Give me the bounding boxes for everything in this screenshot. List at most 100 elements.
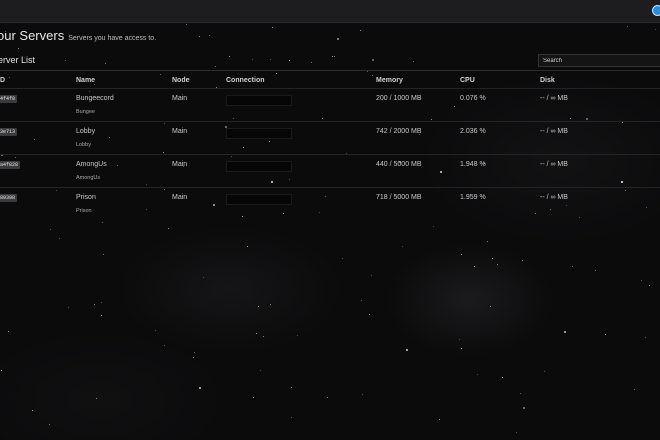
star — [260, 370, 261, 371]
server-cpu: 1.959 % — [460, 194, 486, 201]
server-table: D Name Node Connection Memory CPU Disk d… — [0, 72, 660, 221]
star — [490, 306, 491, 307]
star — [641, 280, 642, 281]
server-list-title: erver List — [0, 55, 36, 65]
page-title: our Servers — [0, 28, 65, 43]
star — [199, 36, 200, 37]
server-description: AmongUs — [76, 175, 101, 181]
server-id-badge[interactable]: 8c3e713 — [0, 128, 18, 136]
star — [103, 254, 104, 255]
server-id-badge[interactable]: f989398 — [0, 194, 18, 202]
star — [406, 349, 408, 351]
page-subtitle: Servers you have access to. — [68, 35, 157, 42]
star — [32, 410, 33, 411]
server-description: Prison — [76, 208, 92, 214]
server-description: Bungee — [76, 109, 95, 115]
star — [459, 339, 460, 340]
star — [523, 407, 525, 409]
column-header-disk[interactable]: Disk — [540, 72, 660, 89]
star — [369, 314, 370, 315]
star — [627, 26, 628, 27]
star — [263, 336, 264, 337]
server-disk: -- / ∞ MB — [540, 128, 568, 135]
star — [101, 302, 102, 303]
column-header-connection[interactable]: Connection — [226, 72, 376, 89]
star — [461, 348, 462, 349]
star — [272, 27, 273, 28]
star — [492, 258, 493, 259]
server-description: Lobby — [76, 142, 91, 148]
star — [1, 370, 2, 371]
star — [655, 29, 656, 30]
star — [291, 417, 292, 418]
server-memory: 742 / 2000 MB — [376, 128, 422, 135]
star — [49, 424, 50, 425]
search-input[interactable] — [538, 54, 660, 67]
server-node: Main — [172, 194, 188, 201]
server-disk: -- / ∞ MB — [540, 95, 568, 102]
star — [247, 246, 248, 247]
star — [439, 419, 440, 420]
star — [253, 397, 254, 398]
star — [155, 330, 156, 331]
column-header-cpu[interactable]: CPU — [460, 72, 540, 89]
star — [433, 226, 434, 227]
server-name[interactable]: AmongUs — [76, 161, 172, 168]
star — [362, 394, 363, 395]
star — [256, 333, 257, 334]
column-header-name[interactable]: Name — [76, 72, 172, 89]
star — [101, 315, 102, 316]
star — [634, 389, 635, 390]
star — [186, 24, 187, 25]
star — [199, 387, 201, 389]
star — [193, 357, 194, 358]
star — [645, 337, 646, 338]
star — [522, 260, 523, 261]
connection-redacted — [226, 95, 292, 106]
server-name[interactable]: Lobby — [76, 128, 172, 135]
star — [327, 397, 328, 398]
server-list-header: erver List — [0, 52, 660, 71]
connection-redacted — [226, 128, 292, 139]
star — [342, 258, 343, 259]
star — [68, 307, 69, 308]
star — [291, 387, 292, 388]
connection-redacted — [226, 161, 292, 172]
server-cpu: 1.948 % — [460, 161, 486, 168]
star — [544, 371, 545, 372]
server-node: Main — [172, 95, 188, 102]
star — [402, 246, 403, 247]
server-name[interactable]: Bungeecord — [76, 95, 172, 102]
table-row[interactable]: de4f4f0 Bungeecord Bungee Main 200 / 1000… — [0, 88, 660, 122]
table-row[interactable]: f6a4f828 AmongUs AmongUs Main 440 / 5000 … — [0, 154, 660, 188]
server-id-badge[interactable]: de4f4f0 — [0, 95, 18, 103]
star — [564, 331, 566, 333]
column-header-id[interactable]: D — [0, 72, 76, 89]
star — [209, 35, 210, 36]
server-disk: -- / ∞ MB — [540, 161, 568, 168]
star — [270, 304, 271, 305]
server-cpu: 0.076 % — [460, 95, 486, 102]
table-row[interactable]: f989398 PrisonPrison Main 718 / 5000 MB … — [0, 187, 660, 221]
user-avatar-icon[interactable] — [652, 5, 660, 16]
star — [18, 48, 19, 49]
star — [297, 335, 298, 336]
star — [168, 228, 169, 229]
star — [487, 241, 488, 242]
star — [360, 30, 361, 31]
star — [194, 352, 195, 353]
server-memory: 200 / 1000 MB — [376, 95, 422, 102]
column-header-memory[interactable]: Memory — [376, 72, 460, 89]
column-header-node[interactable]: Node — [172, 72, 226, 89]
star — [164, 345, 165, 346]
table-header-row: D Name Node Connection Memory CPU Disk — [0, 72, 660, 89]
star — [50, 229, 51, 230]
star — [59, 238, 60, 239]
star — [474, 266, 475, 267]
star — [516, 432, 517, 433]
server-name[interactable]: Prison — [76, 194, 172, 201]
connection-redacted — [226, 194, 292, 205]
server-id-badge[interactable]: f6a4f828 — [0, 161, 21, 169]
star — [361, 300, 362, 301]
table-row[interactable]: 8c3e713 Lobby Lobby Main 742 / 2000 MB 2.… — [0, 121, 660, 155]
